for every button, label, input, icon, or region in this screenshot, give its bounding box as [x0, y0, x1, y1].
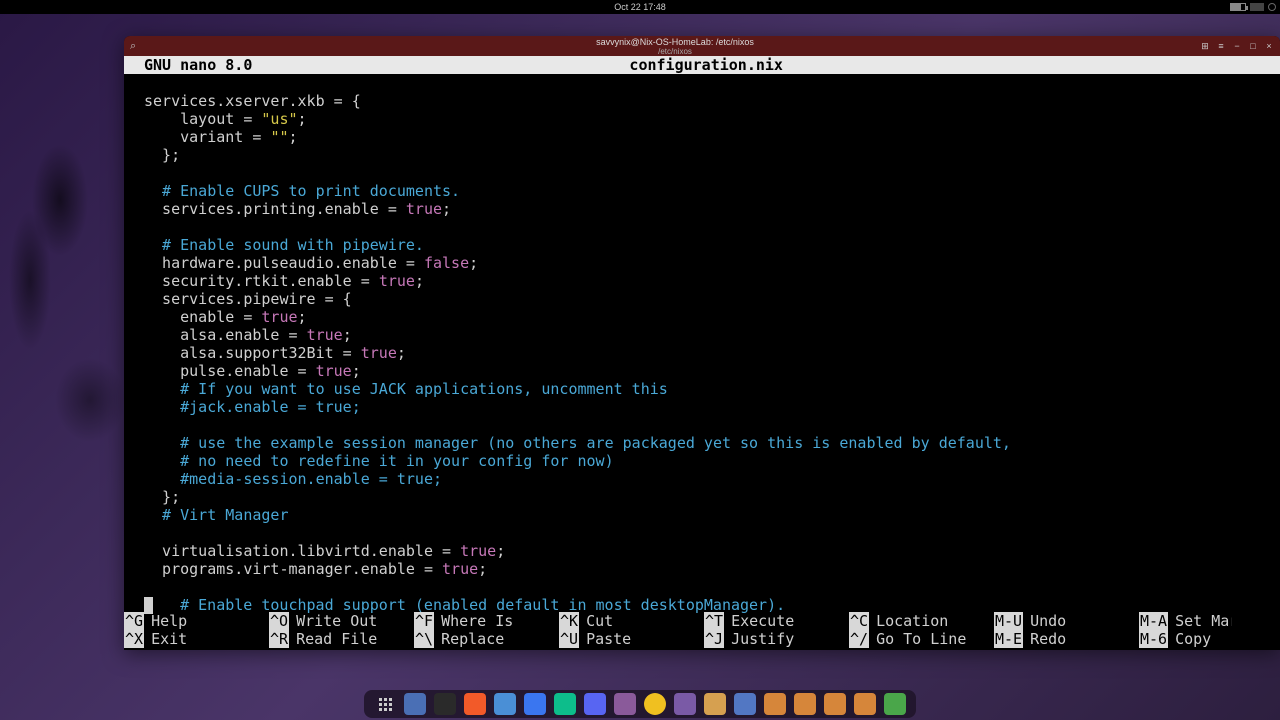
tray-indicator [1250, 3, 1264, 11]
shortcut-undo: M-UUndo [994, 612, 1139, 630]
nano-shortcuts: ^GHelp^OWrite Out^FWhere Is^KCut^TExecut… [124, 612, 1280, 650]
close-icon[interactable]: × [1264, 41, 1274, 51]
dock-ws3[interactable] [824, 693, 846, 715]
shortcut-help: ^GHelp [124, 612, 269, 630]
dock-discord[interactable] [584, 693, 606, 715]
shortcut-location: ^CLocation [849, 612, 994, 630]
apps-grid-icon[interactable] [374, 693, 396, 715]
dock-obsidian[interactable] [674, 693, 696, 715]
dock-signal[interactable] [524, 693, 546, 715]
shortcut-replace: ^\Replace [414, 630, 559, 648]
dock-firefox[interactable] [494, 693, 516, 715]
nano-filename: configuration.nix [152, 56, 1260, 74]
dock-gopass[interactable] [704, 693, 726, 715]
shortcut-exit: ^XExit [124, 630, 269, 648]
terminal-titlebar[interactable]: ⌕ savvynix@Nix-OS-HomeLab: /etc/nixos /e… [124, 36, 1280, 56]
dock-nix[interactable] [734, 693, 756, 715]
dock-ws4[interactable] [854, 693, 876, 715]
power-icon[interactable] [1268, 3, 1276, 11]
nano-titlebar: GNU nano 8.0 configuration.nix [124, 56, 1280, 74]
shortcut-justify: ^JJustify [704, 630, 849, 648]
desktop-topbar: Oct 22 17:48 [0, 0, 1280, 14]
dock-calendar[interactable] [404, 693, 426, 715]
dock-brightness[interactable] [644, 693, 666, 715]
terminal-window: ⌕ savvynix@Nix-OS-HomeLab: /etc/nixos /e… [124, 36, 1280, 650]
dock-files[interactable] [614, 693, 636, 715]
dock-element[interactable] [554, 693, 576, 715]
shortcut-go-to-line: ^/Go To Line [849, 630, 994, 648]
pip-overlay [1232, 550, 1280, 650]
search-icon[interactable]: ⌕ [130, 40, 136, 52]
clock: Oct 22 17:48 [614, 2, 666, 12]
menu-icon[interactable]: ≡ [1216, 41, 1226, 51]
dock [364, 690, 916, 718]
maximize-icon[interactable]: □ [1248, 41, 1258, 51]
shortcut-write-out: ^OWrite Out [269, 612, 414, 630]
shortcut-where-is: ^FWhere Is [414, 612, 559, 630]
terminal-subtitle: /etc/nixos [150, 47, 1200, 56]
shortcut-paste: ^UPaste [559, 630, 704, 648]
dock-trash[interactable] [884, 693, 906, 715]
shortcut-cut: ^KCut [559, 612, 704, 630]
dock-ws1[interactable] [764, 693, 786, 715]
dock-ws2[interactable] [794, 693, 816, 715]
dock-terminal[interactable] [434, 693, 456, 715]
new-tab-icon[interactable]: ⊞ [1200, 41, 1210, 51]
shortcut-execute: ^TExecute [704, 612, 849, 630]
editor-content[interactable]: services.xserver.xkb = { layout = "us"; … [124, 74, 1280, 614]
terminal-title: savvynix@Nix-OS-HomeLab: /etc/nixos [150, 37, 1200, 47]
dock-brave[interactable] [464, 693, 486, 715]
shortcut-read-file: ^RRead File [269, 630, 414, 648]
minimize-icon[interactable]: − [1232, 41, 1242, 51]
battery-icon [1230, 3, 1246, 11]
shortcut-redo: M-ERedo [994, 630, 1139, 648]
